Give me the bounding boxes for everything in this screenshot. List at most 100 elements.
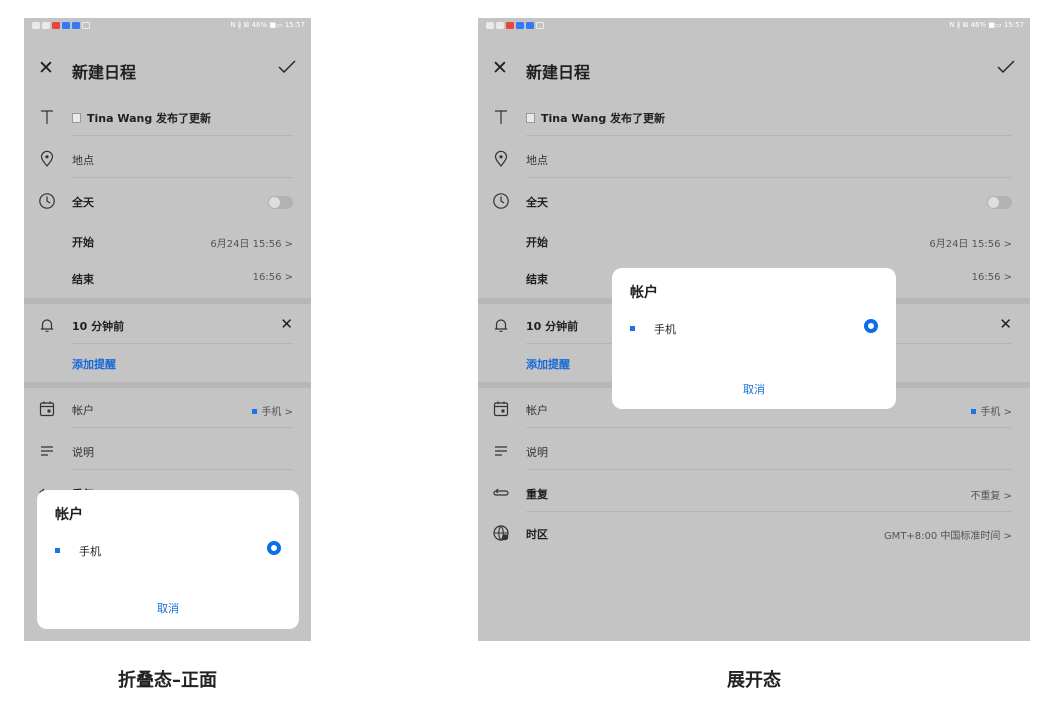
repeat-label: 重复 [526, 488, 548, 501]
clock-icon [493, 193, 509, 209]
location-row[interactable]: 地点 [24, 142, 311, 178]
check-icon[interactable] [277, 59, 297, 75]
account-option-label: 手机 [654, 323, 676, 336]
document-icon [526, 113, 535, 123]
account-option-label: 手机 [79, 545, 101, 558]
section-divider [24, 298, 311, 304]
caption-folded: 折叠态–正面 [118, 670, 217, 691]
status-bar-text: N ∦ ⊠ 46% ■▭ 15:57 [230, 21, 305, 29]
radio-selected-icon[interactable] [267, 541, 281, 555]
unfolded-phone-screen: N ∦ ⊠ 46% ■▭ 15:57 ✕ 新建日程 Tina Wang 发布了更… [478, 18, 1030, 641]
page-title: 新建日程 [72, 63, 137, 82]
title-input-row[interactable]: Tina Wang 发布了更新 [24, 100, 311, 136]
end-row[interactable]: 结束 16:56 > [24, 261, 311, 297]
location-input[interactable]: 地点 [526, 152, 548, 168]
notification-icon [496, 22, 504, 29]
bell-icon [494, 319, 508, 332]
notification-icon [42, 22, 50, 29]
description-input[interactable]: 说明 [526, 444, 548, 460]
add-reminder-button[interactable]: 添加提醒 [526, 356, 570, 372]
status-bar: N ∦ ⊠ 46% ■▭ 15:57 [478, 18, 1030, 34]
account-value[interactable]: 手机 > [980, 407, 1012, 418]
end-label: 结束 [526, 273, 548, 286]
notification-icon [52, 22, 60, 29]
remove-reminder-icon[interactable]: ✕ [999, 315, 1012, 333]
notification-icon [72, 22, 80, 29]
timezone-label: 时区 [526, 528, 548, 541]
start-value[interactable]: 6月24日 15:56 > [929, 235, 1012, 250]
notification-icon [506, 22, 514, 29]
title-bar: ✕ 新建日程 [24, 54, 311, 84]
close-icon[interactable]: ✕ [492, 57, 508, 79]
description-icon [41, 446, 53, 456]
text-icon [495, 110, 507, 124]
bell-icon [40, 319, 54, 332]
radio-selected-icon[interactable] [864, 319, 878, 333]
account-label: 帐户 [72, 404, 94, 417]
allday-toggle[interactable] [987, 196, 1012, 209]
dialog-title: 帐户 [630, 285, 658, 301]
notification-icon [82, 22, 90, 29]
title-input-row[interactable]: Tina Wang 发布了更新 [478, 100, 1030, 136]
repeat-row[interactable]: 重复 不重复 > [478, 476, 1030, 512]
start-row[interactable]: 开始 6月24日 15:56 > [24, 224, 311, 260]
notification-icon [32, 22, 40, 29]
notification-icons [486, 22, 544, 29]
caption-unfolded: 展开态 [727, 670, 781, 691]
allday-label: 全天 [72, 196, 94, 209]
account-label: 帐户 [526, 404, 548, 417]
notification-icon [516, 22, 524, 29]
location-pin-icon [494, 150, 508, 167]
account-dialog: 帐户 手机 取消 [612, 268, 896, 409]
account-color-icon [55, 548, 60, 553]
start-value[interactable]: 6月24日 15:56 > [210, 235, 293, 250]
notification-icon [526, 22, 534, 29]
allday-label: 全天 [526, 196, 548, 209]
reminder-row[interactable]: 10 分钟前 ✕ [24, 308, 311, 344]
notification-icon [486, 22, 494, 29]
start-label: 开始 [72, 236, 94, 249]
cancel-button[interactable]: 取消 [612, 381, 896, 397]
reminder-value: 10 分钟前 [72, 320, 125, 333]
account-color-icon [971, 409, 977, 414]
location-pin-icon [40, 150, 54, 167]
repeat-value[interactable]: 不重复 > [970, 487, 1012, 502]
allday-row: 全天 [24, 184, 311, 220]
account-option-phone[interactable]: 手机 [612, 316, 896, 346]
description-row[interactable]: 说明 [24, 434, 311, 470]
title-input[interactable]: Tina Wang 发布了更新 [87, 112, 211, 125]
location-input[interactable]: 地点 [72, 152, 94, 168]
end-value[interactable]: 16:56 > [253, 272, 293, 283]
end-value[interactable]: 16:56 > [972, 272, 1012, 283]
notification-icon [62, 22, 70, 29]
timezone-value[interactable]: GMT+8:00 中国标准时间 > [884, 527, 1012, 542]
account-color-icon [252, 409, 258, 414]
allday-toggle[interactable] [268, 196, 293, 209]
location-row[interactable]: 地点 [478, 142, 1030, 178]
start-label: 开始 [526, 236, 548, 249]
end-label: 结束 [72, 273, 94, 286]
text-icon [41, 110, 53, 124]
calendar-icon [39, 401, 55, 417]
start-row[interactable]: 开始 6月24日 15:56 > [478, 224, 1030, 260]
timezone-row[interactable]: 时区 GMT+8:00 中国标准时间 > [478, 516, 1030, 552]
remove-reminder-icon[interactable]: ✕ [280, 315, 293, 333]
check-icon[interactable] [996, 59, 1016, 75]
description-row[interactable]: 说明 [478, 434, 1030, 470]
description-input[interactable]: 说明 [72, 444, 94, 460]
add-reminder-row[interactable]: 添加提醒 [24, 346, 311, 382]
clock-icon [39, 193, 55, 209]
account-row[interactable]: 帐户 手机 > [24, 392, 311, 428]
close-icon[interactable]: ✕ [38, 57, 54, 79]
document-icon [72, 113, 81, 123]
allday-row: 全天 [478, 184, 1030, 220]
repeat-icon [493, 488, 509, 496]
title-input[interactable]: Tina Wang 发布了更新 [541, 112, 665, 125]
cancel-button[interactable]: 取消 [37, 600, 299, 616]
notification-icon [536, 22, 544, 29]
account-value[interactable]: 手机 > [261, 407, 293, 418]
page-title: 新建日程 [526, 63, 591, 82]
section-divider [24, 382, 311, 388]
add-reminder-button[interactable]: 添加提醒 [72, 356, 116, 372]
account-option-phone[interactable]: 手机 [37, 538, 299, 568]
